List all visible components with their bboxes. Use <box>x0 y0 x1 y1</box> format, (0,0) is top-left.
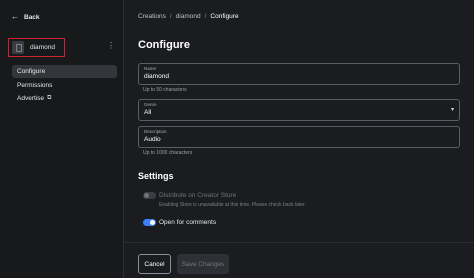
breadcrumb-diamond[interactable]: diamond <box>176 13 201 20</box>
sidebar-item-label: Advertise <box>17 95 45 102</box>
name-field[interactable]: Name diamond <box>138 63 460 85</box>
creation-name: diamond <box>30 44 55 51</box>
footer-divider <box>124 242 474 243</box>
external-link-icon: ⧉ <box>47 95 52 101</box>
description-hint: Up to 1000 characters <box>143 150 193 156</box>
back-label: Back <box>24 13 40 21</box>
breadcrumb-configure: Configure <box>210 13 239 20</box>
name-hint: Up to 50 characters <box>143 87 187 93</box>
cancel-button[interactable]: Cancel <box>138 254 171 274</box>
chevron-down-icon: ▾ <box>450 107 454 113</box>
sidebar-item-label: Permissions <box>17 81 53 89</box>
arrow-left-icon: ← <box>11 12 19 21</box>
main-content: Creations / diamond / Configure Configur… <box>124 0 474 278</box>
description-field[interactable]: Description Audio <box>138 126 460 148</box>
genre-select-label: Genre <box>144 102 157 107</box>
breadcrumb-separator: / <box>169 13 172 20</box>
distribute-toggle[interactable] <box>143 192 156 199</box>
genre-select[interactable]: Genre All ▾ <box>138 99 460 121</box>
sidebar-nav: Configure Permissions Advertise ⧉ <box>12 65 117 106</box>
genre-select-value: All <box>144 109 152 116</box>
comments-label: Open for comments <box>159 219 217 226</box>
sidebar-item-advertise[interactable]: Advertise ⧉ <box>12 92 117 105</box>
sidebar-item-configure[interactable]: Configure <box>12 65 117 78</box>
distribute-label: Distribute on Creator Store <box>159 192 237 199</box>
description-field-label: Description <box>144 129 167 134</box>
distribute-hint: Enabling Store is unavailable at this ti… <box>159 202 306 208</box>
sidebar: ← Back diamond ⋮ Configure Permissions A… <box>0 0 124 278</box>
save-changes-button[interactable]: Save Changes <box>177 254 229 274</box>
back-button[interactable]: ← Back <box>11 13 40 21</box>
comments-toggle[interactable] <box>143 219 156 226</box>
page-title: Configure <box>138 39 190 51</box>
breadcrumb: Creations / diamond / Configure <box>138 13 239 20</box>
name-field-value: diamond <box>144 73 169 80</box>
creation-item-card[interactable]: diamond <box>8 38 65 57</box>
description-field-value: Audio <box>144 136 161 143</box>
creation-thumbnail <box>12 41 24 54</box>
breadcrumb-creations[interactable]: Creations <box>138 13 166 20</box>
toggle-knob <box>150 220 155 225</box>
name-field-label: Name <box>144 66 157 71</box>
settings-title: Settings <box>138 171 174 181</box>
toggle-knob <box>144 193 149 198</box>
more-vertical-icon[interactable]: ⋮ <box>107 42 115 50</box>
breadcrumb-separator: / <box>204 13 207 20</box>
sidebar-item-label: Configure <box>17 68 46 75</box>
sidebar-item-permissions[interactable]: Permissions <box>12 79 117 92</box>
